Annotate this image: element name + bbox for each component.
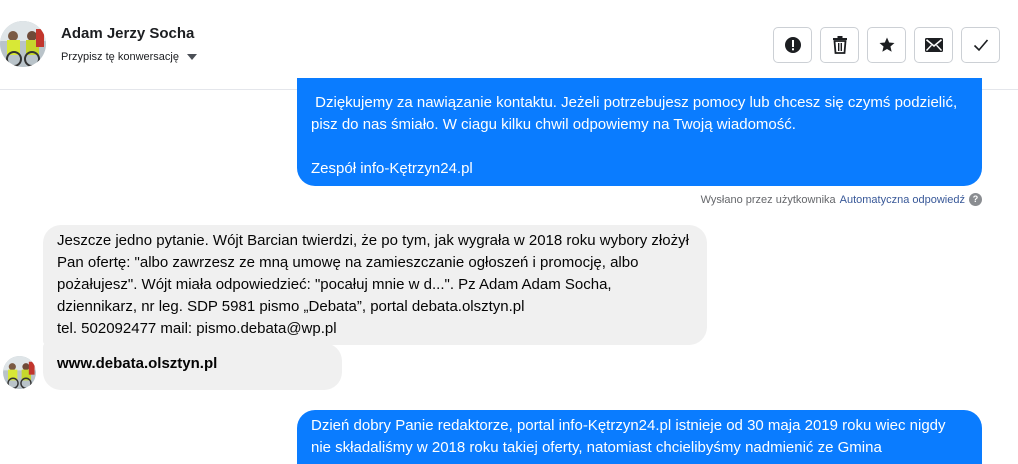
conversation-header: Adam Jerzy Socha Przypisz tę konwersację — [0, 0, 1018, 90]
sent-by-user-link[interactable]: Automatyczna odpowiedź — [840, 194, 965, 206]
sender-avatar[interactable] — [3, 356, 36, 389]
chevron-down-icon — [187, 54, 197, 60]
delete-button[interactable] — [820, 27, 859, 63]
trash-icon — [832, 36, 847, 54]
assign-conversation-dropdown[interactable]: Przypisz tę konwersację — [61, 51, 197, 63]
star-button[interactable] — [867, 27, 906, 63]
star-icon — [879, 37, 894, 52]
incoming-message[interactable]: Jeszcze jedno pytanie. Wójt Barcian twie… — [43, 225, 707, 345]
conversation-actions — [773, 27, 1000, 63]
contact-name[interactable]: Adam Jerzy Socha — [61, 25, 194, 42]
outgoing-message[interactable]: Dziękujemy za nawiązanie kontaktu. Jeżel… — [297, 78, 982, 186]
sent-by-prefix: Wysłano przez użytkownika — [700, 193, 836, 206]
outgoing-message[interactable]: Dzień dobry Panie redaktorze, portal inf… — [297, 410, 982, 464]
envelope-icon — [924, 38, 943, 52]
mark-unread-button[interactable] — [914, 27, 953, 63]
mark-done-button[interactable] — [961, 27, 1000, 63]
alert-circle-icon — [784, 37, 801, 53]
contact-avatar[interactable] — [0, 21, 46, 67]
sent-by-note: Wysłano przez użytkownika Automatyczna o… — [701, 193, 982, 206]
incoming-message-link[interactable]: www.debata.olsztyn.pl — [43, 343, 342, 390]
help-icon[interactable]: ? — [969, 193, 982, 206]
report-button[interactable] — [773, 27, 812, 63]
check-icon — [973, 39, 988, 52]
assign-label: Przypisz tę konwersację — [61, 51, 179, 63]
